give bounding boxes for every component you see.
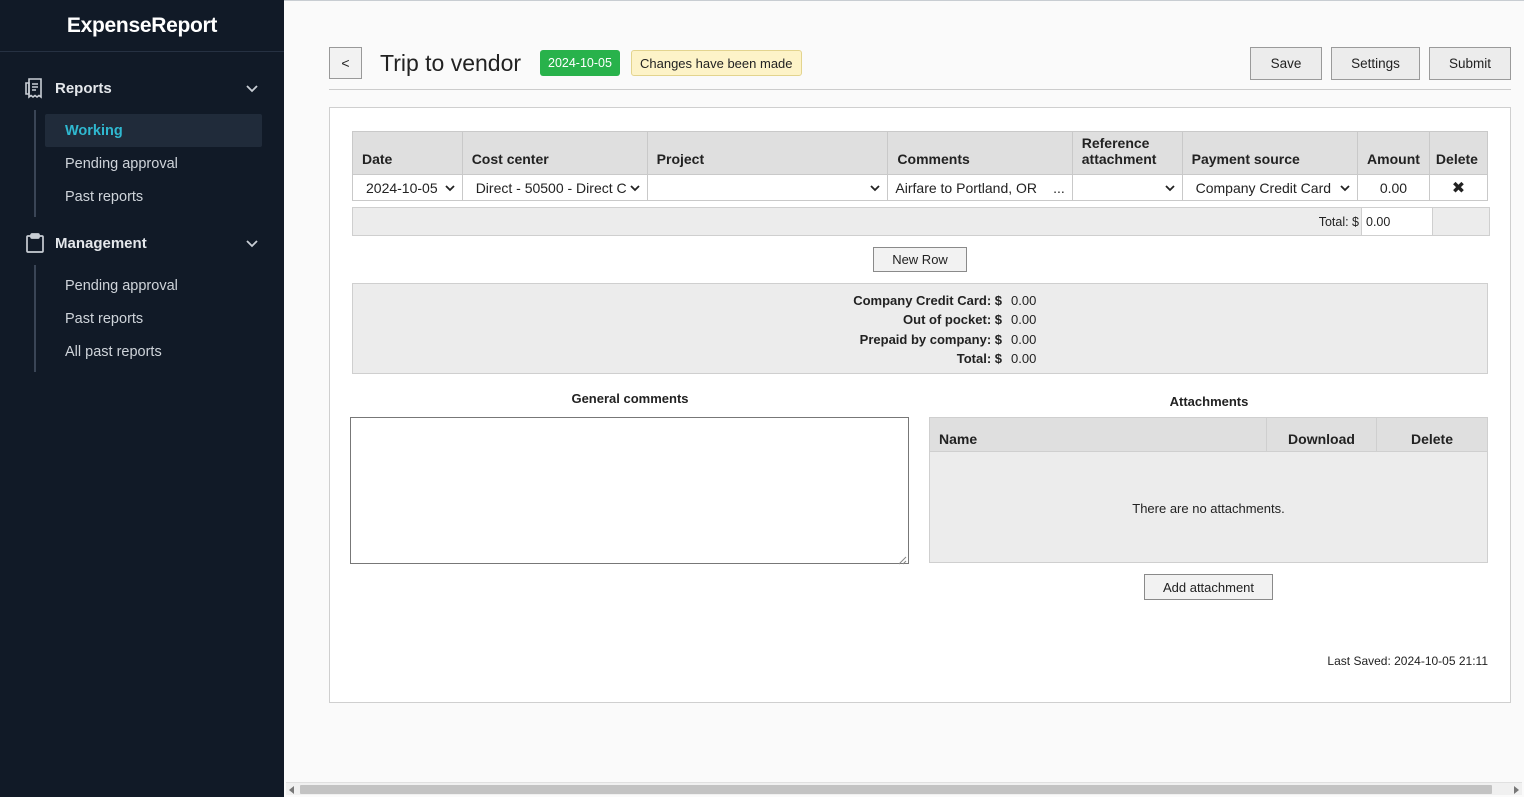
summary-line-company-card: Company Credit Card: $ 0.00 bbox=[353, 293, 1487, 312]
table-total-label: Total: $ bbox=[1318, 215, 1359, 229]
payment-source-select[interactable]: Company Credit Card bbox=[1186, 176, 1354, 200]
attachments-table: Name Download Delete There are no attach… bbox=[929, 417, 1488, 563]
summary-box: Company Credit Card: $ 0.00 Out of pocke… bbox=[352, 283, 1488, 374]
summary-value: 0.00 bbox=[1011, 351, 1037, 366]
summary-label: Prepaid by company: $ bbox=[859, 332, 1002, 347]
sidebar: ExpenseReport Reports Working Pending ap… bbox=[0, 0, 284, 797]
expense-table: Date Cost center Project Comments Refere… bbox=[352, 131, 1489, 201]
delete-row-icon[interactable]: ✖ bbox=[1428, 174, 1489, 201]
amount-field[interactable]: 0.00 bbox=[1357, 174, 1430, 201]
receipt-icon bbox=[24, 77, 46, 99]
sidebar-section-reports: Reports Working Pending approval Past re… bbox=[0, 66, 284, 217]
attachments-col-delete: Delete bbox=[1376, 418, 1487, 452]
column-header-reference-attachment: Reference attachment bbox=[1071, 131, 1183, 175]
sidebar-reports-list: Working Pending approval Past reports bbox=[34, 110, 284, 217]
sidebar-item-mgmt-past-reports[interactable]: Past reports bbox=[45, 302, 262, 335]
date-cell: 2024-10-05 bbox=[352, 174, 463, 201]
payment-source-cell: Company Credit Card bbox=[1181, 174, 1359, 201]
column-header-cost-center: Cost center bbox=[461, 131, 648, 175]
comments-more: ... bbox=[1053, 179, 1065, 196]
attachments-title: Attachments bbox=[1169, 394, 1249, 409]
sidebar-section-management-header[interactable]: Management bbox=[0, 221, 284, 265]
chevron-down-icon bbox=[1339, 182, 1351, 194]
horizontal-scrollbar[interactable] bbox=[286, 782, 1522, 795]
status-badge: Changes have been made bbox=[631, 50, 802, 76]
summary-value: 0.00 bbox=[1011, 293, 1037, 308]
cost-center-select[interactable]: Direct - 50500 - Direct C bbox=[466, 176, 644, 200]
column-header-date: Date bbox=[352, 131, 463, 175]
cost-center-select-value: Direct - 50500 - Direct C bbox=[475, 179, 627, 196]
general-comments-textarea[interactable] bbox=[350, 417, 909, 564]
submit-button[interactable]: Submit bbox=[1429, 47, 1511, 80]
column-header-comments: Comments bbox=[887, 131, 1073, 175]
cost-center-cell: Direct - 50500 - Direct C bbox=[461, 174, 648, 201]
column-header-delete: Delete bbox=[1428, 131, 1489, 175]
payment-source-value: Company Credit Card bbox=[1195, 179, 1332, 196]
last-saved-text: Last Saved: 2024-10-05 21:11 bbox=[1327, 654, 1488, 668]
table-row: 2024-10-05 Direct - 50500 - Direct C Air… bbox=[352, 174, 1489, 201]
attachments-header-row: Name Download Delete bbox=[930, 418, 1487, 452]
date-select-value: 2024-10-05 bbox=[366, 179, 438, 196]
summary-line-out-of-pocket: Out of pocket: $ 0.00 bbox=[353, 312, 1487, 331]
summary-line-total: Total: $ 0.00 bbox=[353, 351, 1487, 370]
column-header-payment-source: Payment source bbox=[1181, 131, 1359, 175]
settings-button[interactable]: Settings bbox=[1331, 47, 1420, 80]
chevron-down-icon bbox=[869, 182, 881, 194]
report-panel: Date Cost center Project Comments Refere… bbox=[329, 107, 1511, 703]
chevron-down-icon bbox=[244, 80, 260, 96]
chevron-down-icon bbox=[444, 182, 456, 194]
table-total-row: Total: $ 0.00 bbox=[352, 207, 1490, 236]
add-attachment-button[interactable]: Add attachment bbox=[1144, 574, 1273, 600]
comments-value: Airfare to Portland, OR bbox=[895, 179, 1038, 196]
column-header-project: Project bbox=[646, 131, 889, 175]
column-header-amount: Amount bbox=[1357, 131, 1430, 175]
back-button[interactable]: < bbox=[329, 47, 362, 79]
main-content: < Trip to vendor 2024-10-05 Changes have… bbox=[284, 0, 1524, 797]
sidebar-section-label: Reports bbox=[55, 79, 112, 97]
sidebar-section-reports-header[interactable]: Reports bbox=[0, 66, 284, 110]
sidebar-item-past-reports[interactable]: Past reports bbox=[45, 180, 262, 213]
attachments-col-name: Name bbox=[939, 431, 978, 447]
table-header-row: Date Cost center Project Comments Refere… bbox=[352, 131, 1489, 175]
sidebar-item-mgmt-pending-approval[interactable]: Pending approval bbox=[45, 269, 262, 302]
sidebar-section-management: Management Pending approval Past reports… bbox=[0, 221, 284, 372]
summary-label: Company Credit Card: $ bbox=[853, 293, 1002, 308]
new-row-button[interactable]: New Row bbox=[873, 247, 967, 272]
summary-line-prepaid: Prepaid by company: $ 0.00 bbox=[353, 332, 1487, 351]
report-header: < Trip to vendor 2024-10-05 Changes have… bbox=[329, 46, 1511, 90]
project-select[interactable] bbox=[651, 176, 885, 200]
chevron-down-icon bbox=[244, 235, 260, 251]
summary-value: 0.00 bbox=[1011, 332, 1037, 347]
sidebar-item-pending-approval[interactable]: Pending approval bbox=[45, 147, 262, 180]
scroll-left-icon[interactable] bbox=[287, 785, 297, 795]
resize-grip-icon[interactable] bbox=[897, 552, 907, 565]
save-button[interactable]: Save bbox=[1250, 47, 1322, 80]
chevron-down-icon bbox=[629, 182, 641, 194]
scroll-right-icon[interactable] bbox=[1511, 785, 1521, 795]
app-brand: ExpenseReport bbox=[0, 0, 284, 52]
project-cell bbox=[646, 174, 889, 201]
sidebar-item-all-past-reports[interactable]: All past reports bbox=[45, 335, 262, 368]
sidebar-management-list: Pending approval Past reports All past r… bbox=[34, 265, 284, 372]
sidebar-section-label: Management bbox=[55, 234, 147, 252]
reference-attachment-select[interactable] bbox=[1076, 176, 1179, 200]
summary-label: Out of pocket: $ bbox=[903, 312, 1002, 327]
comments-field[interactable]: Airfare to Portland, OR ... bbox=[891, 180, 1068, 196]
date-select[interactable]: 2024-10-05 bbox=[356, 176, 459, 200]
scrollbar-thumb[interactable] bbox=[300, 785, 1492, 794]
attachments-empty-text: There are no attachments. bbox=[1132, 501, 1285, 516]
clipboard-icon bbox=[24, 232, 46, 254]
table-total-value: 0.00 bbox=[1361, 208, 1433, 235]
date-badge: 2024-10-05 bbox=[540, 50, 620, 76]
attachments-col-download: Download bbox=[1266, 418, 1376, 452]
summary-label: Total: $ bbox=[956, 351, 1002, 366]
reference-cell bbox=[1071, 174, 1183, 201]
general-comments-title: General comments bbox=[571, 391, 689, 406]
summary-value: 0.00 bbox=[1011, 312, 1037, 327]
sidebar-item-working[interactable]: Working bbox=[45, 114, 262, 147]
page-title: Trip to vendor bbox=[380, 50, 522, 76]
chevron-down-icon bbox=[1164, 182, 1176, 194]
comments-cell[interactable]: Airfare to Portland, OR ... bbox=[887, 174, 1073, 201]
